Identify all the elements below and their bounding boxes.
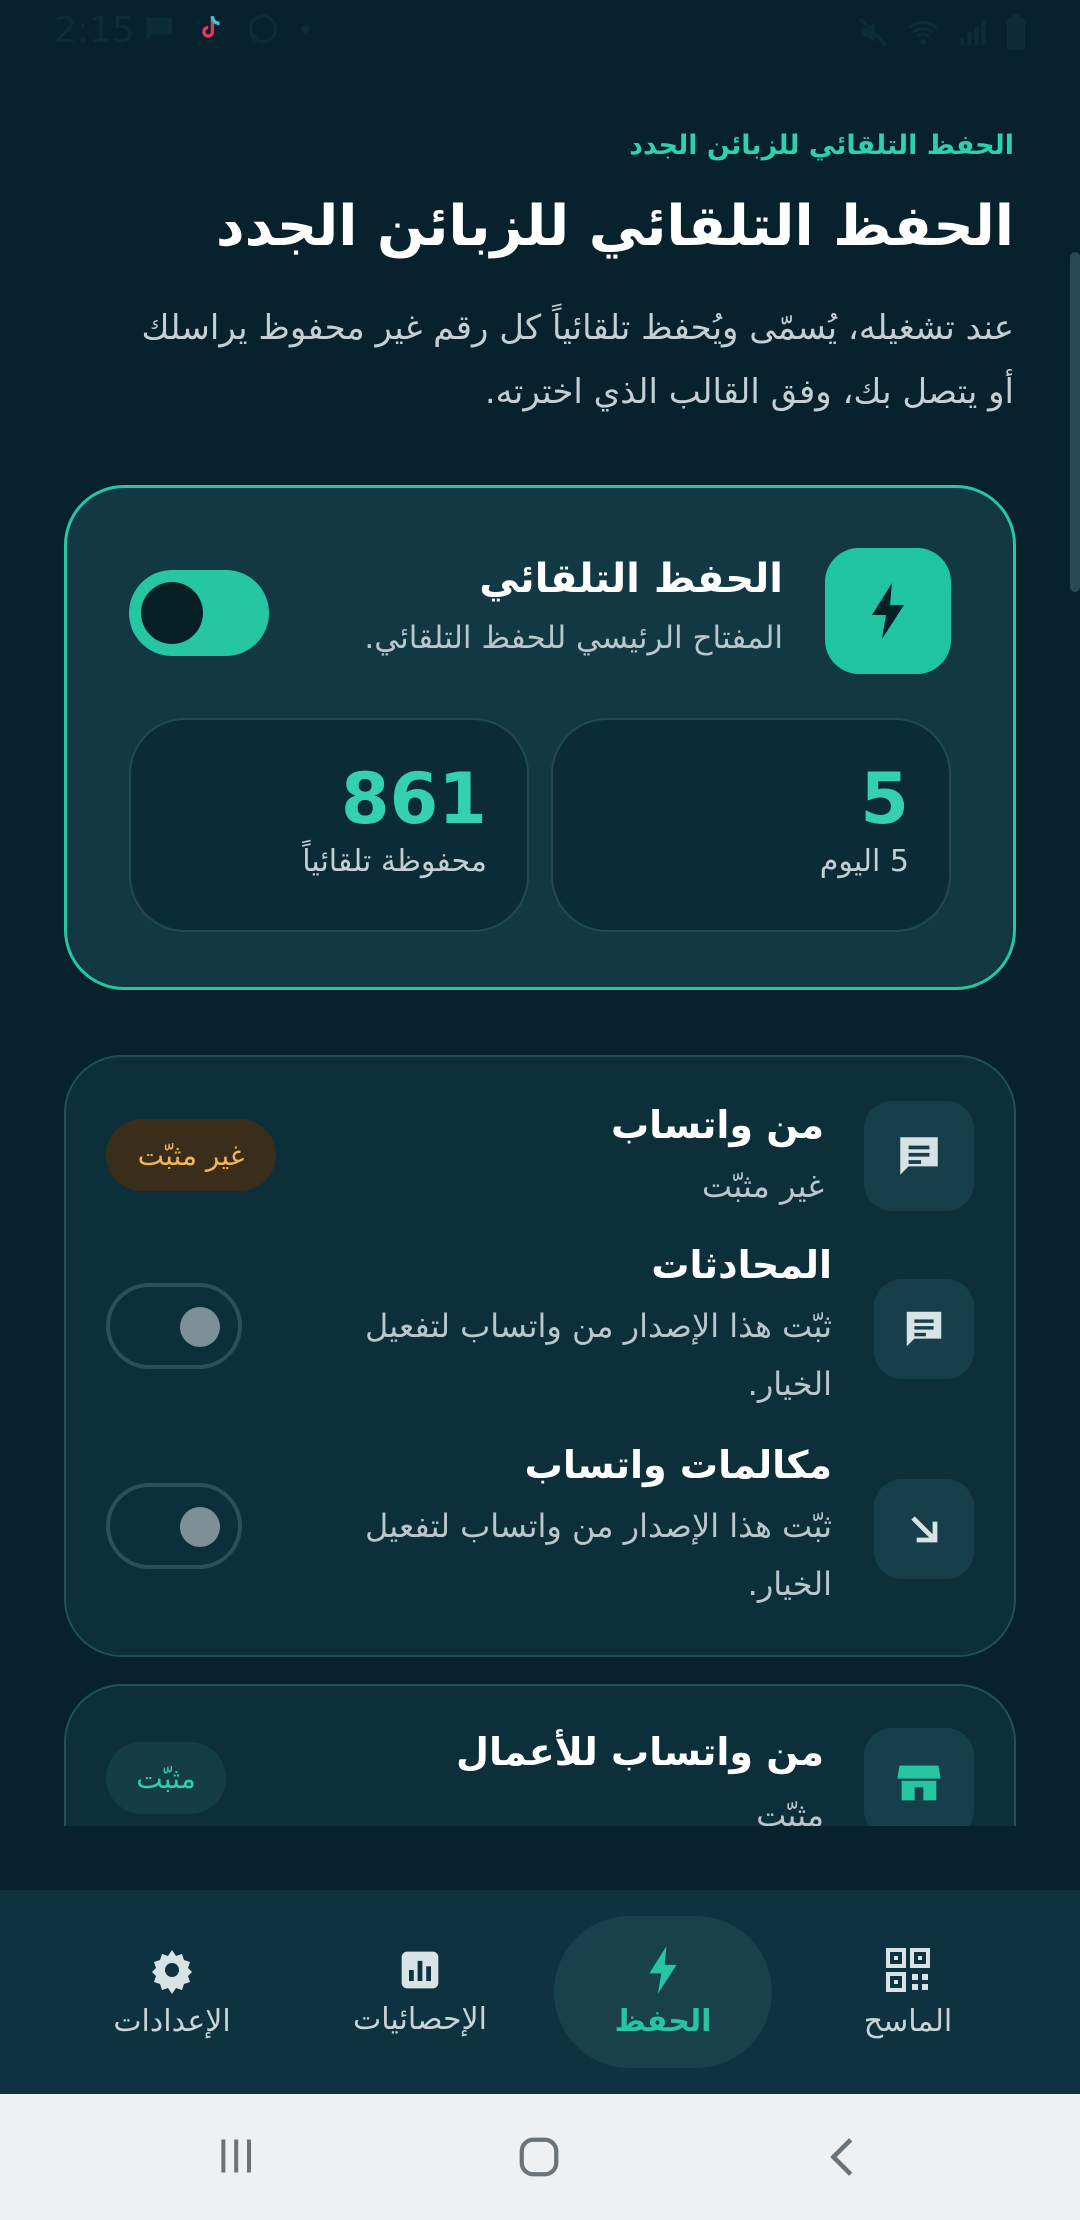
nav-item-stats[interactable]: الإحصائيات [338,1890,502,2094]
business-status: مثبّت [756,1796,824,1826]
whatsapp-business-card: من واتساب للأعمال مثبّت مثبّت [64,1684,1016,1826]
home-icon[interactable] [516,2134,562,2180]
back-icon[interactable] [820,2134,866,2180]
nav-label-save: الحفظ [614,2003,712,2039]
store-icon [897,1765,941,1801]
nav-label-stats: الإحصائيات [353,2001,487,2037]
system-nav-bar [0,2094,1080,2220]
nav-item-save[interactable]: الحفظ [554,1890,772,2094]
nav-item-settings[interactable]: الإعدادات [100,1890,244,2094]
gear-icon [152,1949,192,1994]
business-title: من واتساب للأعمال [455,1730,824,1774]
nav-item-scanner[interactable]: الماسح [844,1890,972,2094]
business-icon-tile [864,1728,974,1826]
recent-apps-icon[interactable] [214,2134,258,2178]
nav-label-scanner: الماسح [863,2003,953,2039]
installed-badge: مثبّت [106,1742,226,1814]
nav-label-settings: الإعدادات [113,2003,231,2039]
bolt-icon [649,1945,677,1994]
qr-icon [886,1947,930,1992]
scroll-viewport-clip: من واتساب للأعمال مثبّت مثبّت [0,0,1080,1826]
bottom-nav: الإعدادات الإحصائيات الحفظ الماسح [0,1890,1080,2094]
stats-icon [401,1951,439,1988]
